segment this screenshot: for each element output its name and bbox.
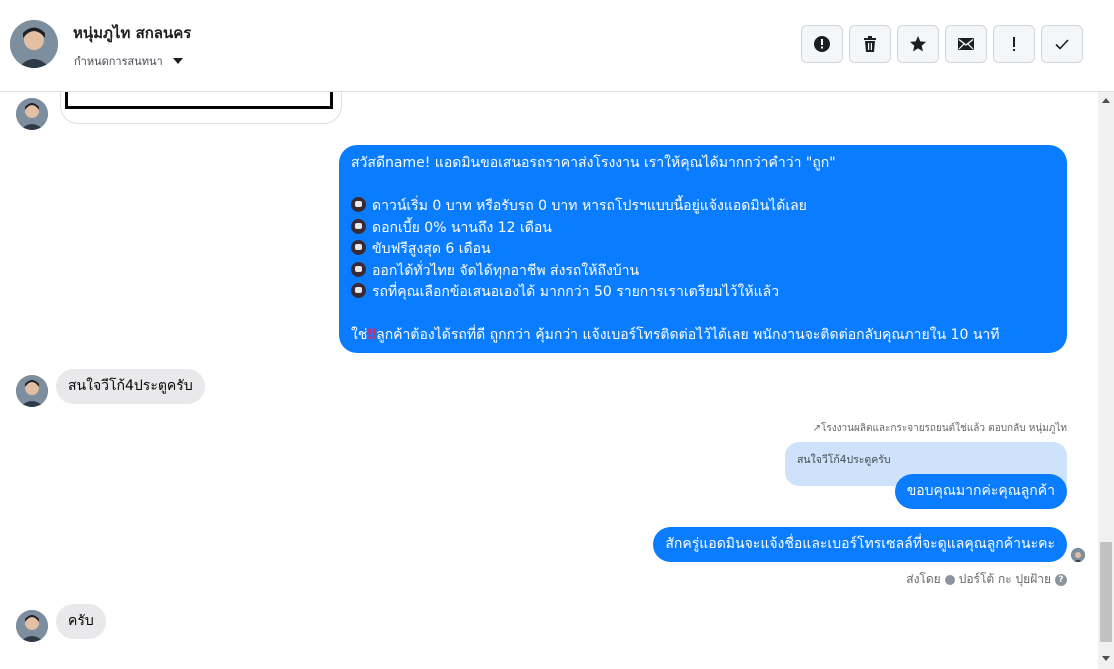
- message-thread[interactable]: สวัสดีname! แอดมินขอเสนอรถราคาส่งโรงงาน …: [0, 92, 1098, 669]
- avatar[interactable]: [10, 20, 58, 68]
- reply-meta: ↗โรงงานผลิตและกระจายรถยนต์ใช่แล้ว ตอบกลั…: [812, 423, 1067, 434]
- sent-by-info: ส่งโดย ปอร์โต้ กะ ปุยฝ้าย ?: [906, 570, 1067, 589]
- double-exclamation-icon: ‼: [367, 327, 376, 343]
- bullet-item: ดาวน์เริ่ม 0 บาท หรือรับรถ 0 บาท หารถโปร…: [351, 196, 1055, 218]
- outgoing-message[interactable]: ขอบคุณมากค่ะคุณลูกค้า: [894, 474, 1067, 509]
- message-line: สวัสดีname! แอดมินขอเสนอรถราคาส่งโรงงาน …: [351, 155, 836, 171]
- avatar: [16, 98, 48, 130]
- scrollbar[interactable]: [1098, 92, 1114, 669]
- check-icon: [1055, 39, 1069, 50]
- scroll-up-arrow-icon[interactable]: [1102, 98, 1110, 103]
- bullet-item: ขับฟรีสูงสุด 6 เดือน: [351, 239, 1055, 261]
- mail-icon: [958, 38, 974, 50]
- scroll-down-arrow-icon[interactable]: [1102, 656, 1110, 661]
- template-card[interactable]: [60, 92, 342, 124]
- car-icon: [351, 197, 366, 212]
- assign-dropdown[interactable]: กำหนดการสนทนา: [74, 52, 183, 70]
- reply-arrow-icon: ↗: [812, 423, 822, 434]
- alert-circle-icon: [814, 36, 830, 52]
- caret-down-icon: [172, 58, 183, 64]
- closing-line: ใช่‼ ลูกค้าต้องได้รถที่ดี ถูกกว่า คุ้มกว่…: [351, 327, 1000, 343]
- trash-icon: [864, 36, 876, 52]
- card-image: [65, 92, 333, 109]
- mark-unread-button[interactable]: [945, 25, 987, 63]
- scroll-thumb[interactable]: [1100, 542, 1112, 642]
- conversation-header: หนุ่มภูไท สกลนคร กำหนดการสนทนา: [0, 0, 1114, 92]
- car-icon: [351, 283, 366, 298]
- bullet-item: ออกได้ทั่วไทย จัดได้ทุกอาชีพ ส่งรถให้ถึง…: [351, 261, 1055, 283]
- assign-label: กำหนดการสนทนา: [74, 55, 163, 68]
- car-icon: [351, 261, 366, 277]
- outgoing-message[interactable]: สักครู่แอดมินจะแจ้งชื่อและเบอร์โทรเซลล์ท…: [653, 527, 1067, 562]
- outgoing-message[interactable]: สวัสดีname! แอดมินขอเสนอรถราคาส่งโรงงาน …: [339, 145, 1067, 353]
- contact-name: หนุ่มภูไท สกลนคร: [73, 24, 192, 42]
- sent-by-name: ปอร์โต้ กะ ปุยฝ้าย: [958, 572, 1051, 586]
- incoming-message[interactable]: สนใจวีโก้4ประตูครับ: [56, 369, 205, 404]
- car-icon: [351, 240, 366, 255]
- help-icon[interactable]: ?: [1055, 573, 1067, 586]
- exclamation-icon: [1013, 37, 1015, 51]
- avatar: [16, 375, 48, 407]
- bullet-item: ดอกเบี้ย 0% นานถึง 12 เดือน: [351, 218, 1055, 240]
- page-icon: [944, 574, 955, 585]
- delete-button[interactable]: [849, 25, 891, 63]
- mark-spam-button[interactable]: [801, 25, 843, 63]
- car-icon: [351, 218, 366, 234]
- star-button[interactable]: [897, 25, 939, 63]
- star-icon: [910, 36, 926, 52]
- incoming-message[interactable]: ครับ: [56, 604, 106, 639]
- seen-avatar: [1071, 548, 1085, 562]
- sent-by-label: ส่งโดย: [906, 572, 941, 586]
- mark-done-button[interactable]: [1041, 25, 1083, 63]
- avatar: [16, 610, 48, 642]
- follow-up-button[interactable]: [993, 25, 1035, 63]
- bullet-item: รถที่คุณเลือกข้อเสนอเองได้ มากกว่า 50 รา…: [351, 282, 1055, 304]
